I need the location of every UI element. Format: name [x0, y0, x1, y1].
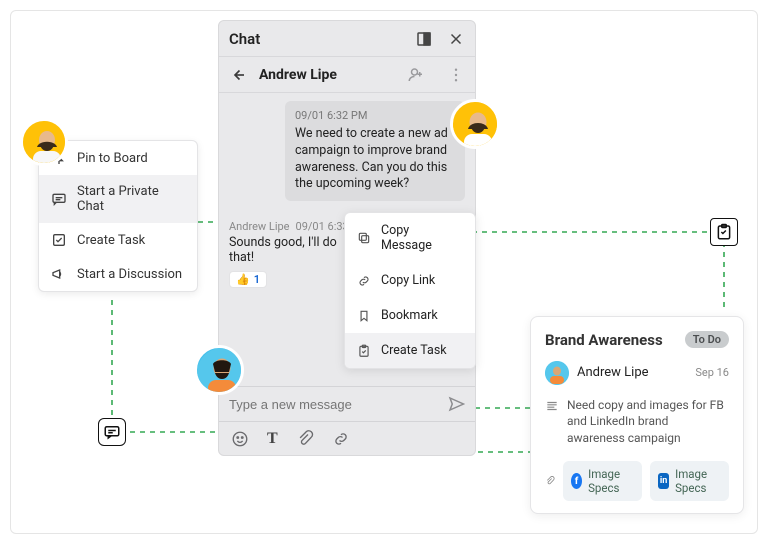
reaction-emoji: 👍	[236, 273, 250, 286]
copy-icon	[357, 231, 371, 245]
bookmark-icon	[357, 309, 371, 323]
chat-icon	[51, 191, 67, 207]
ctx-copy-message[interactable]: Copy Message	[345, 213, 475, 263]
layout-toggle-icon[interactable]	[415, 30, 433, 48]
composer-input[interactable]	[229, 397, 439, 412]
back-icon[interactable]	[229, 66, 247, 84]
linkedin-icon: in	[658, 473, 669, 489]
task-title: Brand Awareness	[545, 331, 663, 349]
chat-top-bar: Chat	[219, 21, 475, 57]
popover-start-discussion[interactable]: Start a Discussion	[39, 257, 197, 291]
outgoing-author: Andrew Lipe	[229, 220, 290, 233]
popover-start-private-chat[interactable]: Start a Private Chat	[39, 175, 197, 223]
avatar-self	[20, 118, 68, 166]
composer-toolbar: T	[219, 421, 475, 455]
attachment-li-label: Image Specs	[675, 467, 721, 495]
assignee-avatar	[545, 361, 569, 385]
create-task-label: Create Task	[77, 233, 145, 248]
attachment-li[interactable]: in Image Specs	[650, 461, 729, 501]
more-icon[interactable]	[447, 66, 465, 84]
facebook-icon: f	[571, 473, 582, 489]
chat-body: 09/01 6:32 PM We need to create a new ad…	[219, 93, 475, 386]
incoming-timestamp: 09/01 6:32 PM	[295, 109, 455, 124]
task-card[interactable]: Brand Awareness To Do Andrew Lipe Sep 16…	[530, 316, 744, 514]
task-due: Sep 16	[695, 366, 729, 379]
message-context-menu: Copy Message Copy Link Bookmark Create T…	[344, 212, 476, 369]
close-icon[interactable]	[447, 30, 465, 48]
outgoing-text: Sounds good, I'll do that!	[229, 235, 344, 265]
add-person-icon[interactable]	[407, 66, 425, 84]
profile-popover: Pin to Board Start a Private Chat Create…	[38, 140, 198, 292]
chat-panel: Chat Andrew Lipe 09/01 6:32 PM We need t…	[218, 20, 476, 456]
chat-chip-icon	[98, 418, 126, 446]
task-assignee-row: Andrew Lipe Sep 16	[545, 361, 729, 385]
reaction-pill[interactable]: 👍 1	[229, 271, 267, 288]
chat-peer-name: Andrew Lipe	[259, 67, 337, 83]
attachment-fb-label: Image Specs	[588, 467, 634, 495]
ctx-bookmark[interactable]: Bookmark	[345, 298, 475, 333]
pin-label: Pin to Board	[77, 151, 148, 166]
task-attachments: f Image Specs in Image Specs	[545, 461, 729, 501]
emoji-icon[interactable]	[231, 430, 249, 448]
ctx-copy-link[interactable]: Copy Link	[345, 263, 475, 298]
ctx-copy-message-label: Copy Message	[381, 223, 463, 253]
task-status-pill[interactable]: To Do	[685, 331, 729, 348]
incoming-message[interactable]: 09/01 6:32 PM We need to create a new ad…	[285, 101, 465, 201]
clipboard-icon	[357, 344, 371, 358]
task-description-row: Need copy and images for FB and LinkedIn…	[545, 397, 729, 447]
discussion-label: Start a Discussion	[77, 267, 182, 282]
text-format-icon[interactable]: T	[267, 430, 278, 448]
composer[interactable]	[219, 386, 475, 421]
description-icon	[545, 399, 559, 413]
task-icon	[51, 232, 67, 248]
popover-create-task[interactable]: Create Task	[39, 223, 197, 257]
private-chat-label: Start a Private Chat	[77, 184, 185, 214]
ctx-copy-link-label: Copy Link	[381, 273, 435, 288]
ctx-bookmark-label: Bookmark	[381, 308, 438, 323]
incoming-text: We need to create a new ad campaign to i…	[295, 126, 455, 194]
chat-title: Chat	[229, 30, 260, 48]
reaction-count: 1	[254, 273, 260, 286]
task-description: Need copy and images for FB and LinkedIn…	[567, 397, 729, 447]
megaphone-icon	[51, 266, 67, 282]
chat-header: Andrew Lipe	[219, 57, 475, 93]
ctx-create-task[interactable]: Create Task	[345, 333, 475, 368]
attachment-fb[interactable]: f Image Specs	[563, 461, 642, 501]
assignee-name: Andrew Lipe	[577, 365, 649, 380]
send-icon[interactable]	[447, 395, 465, 413]
avatar-sender	[194, 345, 244, 395]
link-icon	[357, 274, 371, 288]
avatar-peer	[450, 99, 500, 149]
link-tool-icon[interactable]	[332, 430, 350, 448]
ctx-create-task-label: Create Task	[381, 343, 447, 358]
task-chip-icon	[710, 218, 738, 246]
attachment-icon[interactable]	[296, 430, 314, 448]
paperclip-icon	[545, 474, 555, 488]
